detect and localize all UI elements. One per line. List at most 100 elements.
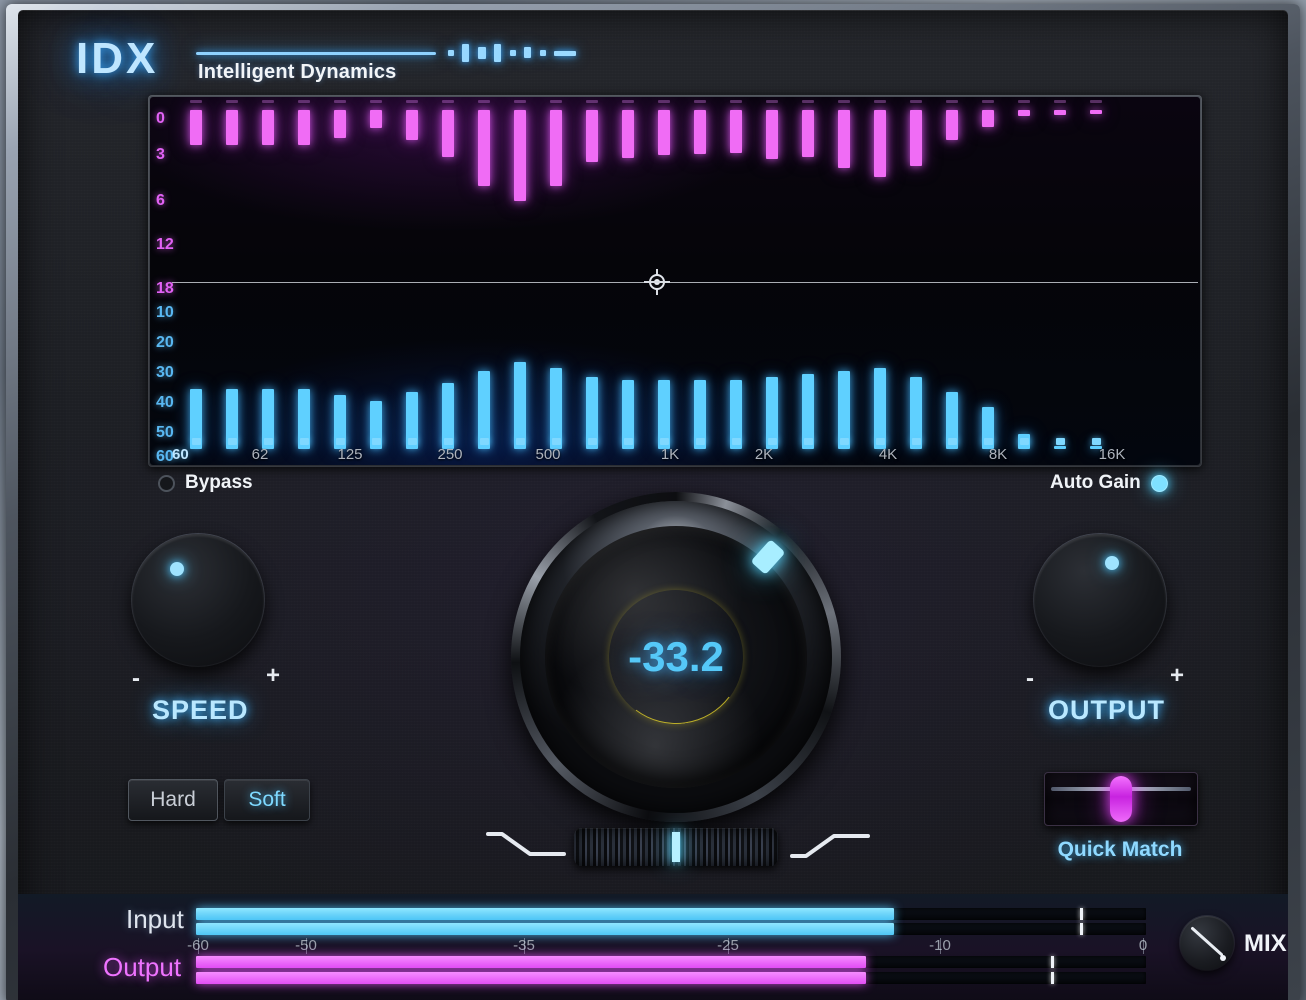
input-meter-fill-l [196,908,895,920]
gain-reduction-bar [586,110,598,162]
gain-reduction-bar [766,110,778,160]
header-rule [196,52,436,55]
speed-knob-indicator [170,562,184,576]
input-meter-track-r [196,923,1146,935]
analyzer-top-tick [694,100,706,103]
gain-reduction-bar [946,110,958,140]
analyzer-bottom-tick [408,438,417,445]
analyzer-y-label-reduction: 12 [156,236,174,253]
analyzer-top-tick [982,100,994,103]
analyzer-top-tick [226,100,238,103]
mix-knob[interactable] [1180,916,1234,970]
output-knob[interactable] [1034,534,1166,666]
analyzer-bottom-tick [696,438,705,445]
header-dash-mark [494,44,501,62]
gain-reduction-bar [262,110,274,145]
analyzer-top-tick [1054,100,1066,103]
header-dash-mark [524,47,531,58]
gain-reduction-bar [514,110,526,201]
bypass-label: Bypass [185,472,253,493]
bypass-led[interactable] [158,474,175,492]
auto-gain-control[interactable]: Auto Gain [1050,472,1168,494]
gain-reduction-bar [910,110,922,167]
quick-match-label: Quick Match [1057,838,1183,861]
analyzer-x-label: 250 [437,446,463,463]
analyzer-bottom-tick [1056,438,1065,445]
analyzer-bottom-tick [1020,438,1029,445]
header-tagline: Intelligent Dynamics [198,61,397,83]
analyzer-top-tick [262,100,274,103]
analyzer-x-label: 8K [988,446,1008,463]
meter-scale-tick [306,938,307,954]
speed-minus-label: - [132,665,140,692]
analyzer-y-label-spectrum: 20 [156,334,174,351]
analyzer-bottom-tick [732,438,741,445]
input-meter-label: Input [126,904,184,934]
meter-scale-tick [728,938,729,954]
gain-reduction-bar [694,110,706,154]
analyzer-top-tick [550,100,562,103]
gain-reduction-bar [226,110,238,145]
analyzer-x-label: 1K [660,446,680,463]
knee-down-icon [486,828,566,862]
analyzer-top-tick [802,100,814,103]
analyzer-bottom-tick [588,438,597,445]
analyzer-bottom-tick [264,438,273,445]
analyzer-top-tick [586,100,598,103]
analyzer-top-tick [874,100,886,103]
analyzer-bottom-tick [1092,438,1101,445]
analyzer-y-label-spectrum: 40 [156,394,174,411]
speed-knob[interactable] [132,534,264,666]
quick-match-slider[interactable] [1044,772,1198,826]
bypass-control[interactable]: Bypass [158,472,253,494]
knee-roller[interactable] [574,828,778,866]
analyzer-bottom-tick [984,438,993,445]
gain-reduction-bar [1054,110,1066,115]
analyzer-y-label-spectrum: 50 [156,424,174,441]
analyzer-bottom-tick [444,438,453,445]
knee-up-icon [790,828,870,862]
gain-reduction-bar [190,110,202,145]
threshold-line[interactable] [172,282,1198,283]
gain-reduction-bar [334,110,346,138]
analyzer-y-label-spectrum: 30 [156,364,174,381]
header-dash-mark [448,50,454,56]
analyzer-top-tick [406,100,418,103]
input-meter-peak-r [1079,923,1083,935]
threshold-crosshair-handle[interactable] [644,269,670,295]
analyzer-bottom-tick [804,438,813,445]
meter-scale-tick [198,938,199,954]
analyzer-x-label: 2K [754,446,774,463]
threshold-knob[interactable]: -33.2 [511,492,841,822]
analyzer-bottom-tick [912,438,921,445]
analyzer-y-label-reduction: 6 [156,192,165,209]
gain-reduction-bar [874,110,886,177]
analyzer-top-tick [478,100,490,103]
analyzer-top-tick [1018,100,1030,103]
analyzer-y-label-reduction: 18 [156,280,174,297]
output-meter-track-r [196,972,1146,984]
gain-reduction-bar [406,110,418,140]
header-dash-mark [510,50,516,56]
auto-gain-led[interactable] [1150,474,1168,492]
curve-soft-button[interactable]: Soft [224,779,310,821]
brand-logo: IDX [76,34,159,83]
analyzer-bottom-tick [876,438,885,445]
meter-scale-tick [940,938,941,954]
analyzer-top-tick [442,100,454,103]
output-meter-peak-r [1051,972,1054,984]
analyzer-top-tick [766,100,778,103]
analyzer-display[interactable]: 0 3 6 12 18 10 20 30 40 50 60 60 62 125 250 500 1K 2K 4K 8K… [150,97,1200,465]
quick-match-thumb[interactable] [1110,776,1132,822]
gain-reduction-bar [550,110,562,186]
analyzer-y-label-reduction: 0 [156,110,165,127]
auto-gain-label: Auto Gain [1050,472,1141,493]
analyzer-bottom-tick [840,438,849,445]
output-meter-label: Output [103,952,182,982]
analyzer-top-tick [910,100,922,103]
input-meter-peak-l [1079,908,1083,920]
output-plus-label: + [1170,662,1185,689]
analyzer-top-tick [298,100,310,103]
curve-hard-button[interactable]: Hard [128,779,218,821]
spectrum-bar [1054,446,1066,449]
